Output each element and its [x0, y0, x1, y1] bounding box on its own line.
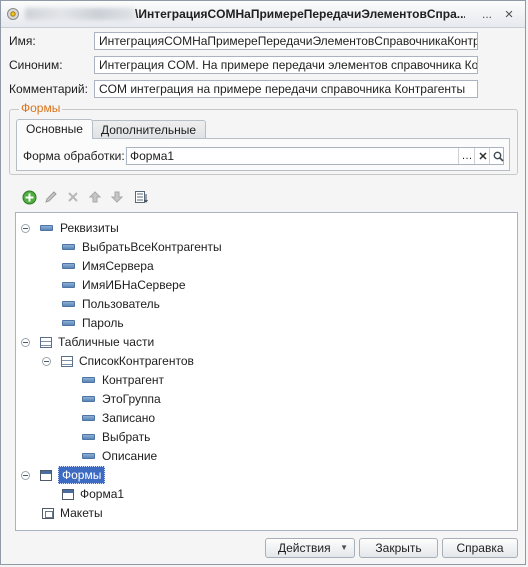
- tree-item[interactable]: Выбрать: [82, 428, 150, 446]
- chevron-down-icon: ▼: [340, 543, 348, 552]
- processing-editor-window: \ИнтеграцияCOMНаПримереПередачиЭлементов…: [0, 0, 526, 565]
- tree-item[interactable]: ИмяИБНаСервере: [62, 276, 186, 294]
- name-field[interactable]: ИнтеграцияCOMНаПримереПередачиЭлементовС…: [94, 32, 478, 50]
- comment-field[interactable]: COM интеграция на примере передачи справ…: [94, 80, 478, 98]
- tree-item[interactable]: ВыбратьВсеКонтрагенты: [62, 238, 222, 256]
- requisite-icon: [62, 282, 75, 288]
- tree-node-layouts[interactable]: Макеты: [42, 504, 103, 522]
- tree-item-label: ИмяИБНаСервере: [82, 278, 186, 292]
- tree-node-tabular-part[interactable]: СписокКонтрагентов: [42, 352, 194, 370]
- requisite-icon: [82, 396, 95, 402]
- name-label: Имя:: [9, 34, 36, 48]
- move-down-icon[interactable]: [109, 189, 125, 205]
- synonym-field[interactable]: Интеграция COM. На примере передачи элем…: [94, 56, 478, 74]
- form-icon: [40, 469, 52, 481]
- tree-item[interactable]: Описание: [82, 447, 157, 465]
- tree-item[interactable]: Пользователь: [62, 295, 160, 313]
- tree-item-label: Выбрать: [102, 430, 151, 444]
- tree-node-requisites-label: Реквизиты: [60, 221, 119, 235]
- requisite-icon: [40, 225, 53, 231]
- select-button[interactable]: …: [458, 148, 475, 164]
- collapse-icon[interactable]: [21, 470, 30, 480]
- app-icon: [6, 7, 20, 21]
- tree-node-tabular-parts[interactable]: Табличные части: [21, 333, 154, 351]
- tree-item-label: Форма1: [80, 487, 125, 501]
- add-icon[interactable]: [21, 189, 37, 205]
- tree-item[interactable]: ЭтоГруппа: [82, 390, 161, 408]
- window-title: \ИнтеграцияCOMНаПримереПередачиЭлементов…: [135, 7, 465, 21]
- tree-item[interactable]: Записано: [82, 409, 155, 427]
- requisite-icon: [82, 453, 95, 459]
- requisite-icon: [62, 244, 75, 250]
- requisite-icon: [82, 415, 95, 421]
- close-window-button[interactable]: ×: [501, 6, 517, 23]
- comment-label: Комментарий:: [9, 82, 88, 96]
- tree-item-label: Пароль: [82, 316, 124, 330]
- processing-form-field[interactable]: Форма1 … ✕: [126, 147, 504, 165]
- requisite-icon: [82, 434, 95, 440]
- tree-node-tabular-part-label: СписокКонтрагентов: [79, 354, 194, 368]
- tree-node-forms-label: Формы: [58, 466, 106, 484]
- table-icon: [61, 355, 73, 367]
- forms-group-caption: Формы: [19, 101, 63, 115]
- table-icon: [40, 336, 52, 348]
- tree-node-tabular-parts-label: Табличные части: [58, 335, 155, 349]
- requisite-icon: [62, 263, 75, 269]
- title-bar[interactable]: \ИнтеграцияCOMНаПримереПередачиЭлементов…: [1, 1, 525, 28]
- tree-item[interactable]: Форма1: [62, 485, 124, 503]
- help-button[interactable]: Справка: [442, 538, 518, 558]
- tree-node-forms[interactable]: Формы: [21, 466, 106, 484]
- tree-item-label: Пользователь: [82, 297, 160, 311]
- sort-icon[interactable]: [133, 189, 149, 205]
- close-button[interactable]: Закрыть: [359, 538, 438, 558]
- tab-main[interactable]: Основные: [16, 119, 93, 139]
- tree-node-requisites[interactable]: Реквизиты: [21, 219, 119, 237]
- tab-additional[interactable]: Дополнительные: [91, 120, 206, 138]
- tree-item-label: ЭтоГруппа: [102, 392, 161, 406]
- tree-item-label: ИмяСервера: [82, 259, 154, 273]
- actions-button[interactable]: Действия ▼: [265, 538, 355, 558]
- layout-icon: [42, 507, 54, 519]
- requisite-icon: [62, 301, 75, 307]
- metadata-tree[interactable]: Реквизиты ВыбратьВсеКонтрагенты ИмяСерве…: [15, 212, 518, 531]
- redacted-title-prefix: [25, 8, 135, 20]
- tree-item[interactable]: Пароль: [62, 314, 124, 332]
- tree-item-label: Контрагент: [102, 373, 165, 387]
- move-up-icon[interactable]: [87, 189, 103, 205]
- actions-button-label: Действия: [278, 541, 331, 555]
- tree-item-label: Описание: [102, 449, 158, 463]
- synonym-label: Синоним:: [9, 58, 63, 72]
- processing-form-value: Форма1: [130, 149, 175, 163]
- collapse-icon[interactable]: [42, 356, 51, 366]
- requisite-icon: [62, 320, 75, 326]
- requisite-icon: [82, 377, 95, 383]
- tree-node-layouts-label: Макеты: [60, 506, 103, 520]
- delete-icon[interactable]: [65, 189, 81, 205]
- open-icon[interactable]: [489, 148, 506, 164]
- processing-form-label: Форма обработки:: [23, 149, 125, 163]
- collapse-icon[interactable]: [21, 337, 30, 347]
- tree-item-label: Записано: [102, 411, 156, 425]
- collapse-icon[interactable]: [21, 223, 30, 233]
- tree-item[interactable]: ИмяСервера: [62, 257, 154, 275]
- form-icon: [62, 488, 74, 500]
- edit-icon[interactable]: [43, 189, 59, 205]
- more-button[interactable]: ...: [479, 6, 495, 22]
- tree-item[interactable]: Контрагент: [82, 371, 164, 389]
- tree-item-label: ВыбратьВсеКонтрагенты: [82, 240, 222, 254]
